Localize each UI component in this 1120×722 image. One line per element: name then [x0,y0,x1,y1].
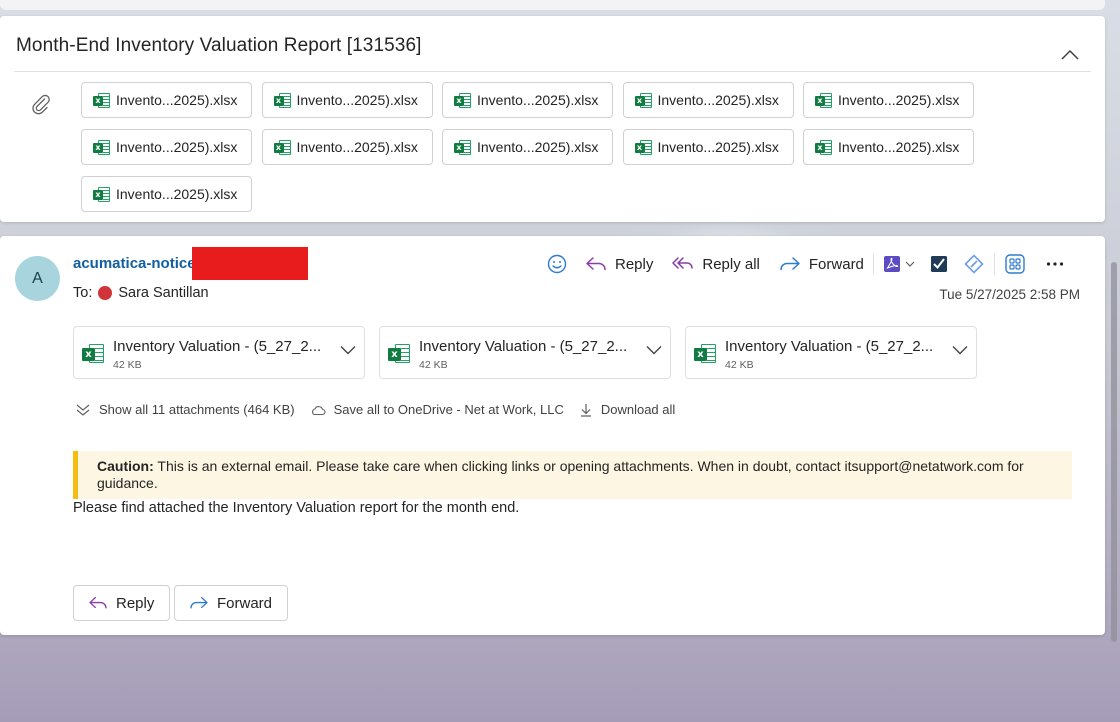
caution-text: This is an external email. Please take c… [97,458,1024,491]
excel-file-icon: x [273,92,291,109]
apps-grid-icon [1005,254,1025,274]
excel-file-icon: x [82,343,104,365]
emoji-reaction-button[interactable] [546,253,568,275]
attachment-size: 42 KB [725,359,754,371]
attachment-chip[interactable]: x Invento...2025).xlsx [261,82,433,118]
attachment-size: 42 KB [419,359,448,371]
excel-file-icon: x [815,139,832,156]
attachment-card[interactable]: x Inventory Valuation - (5_27_2... 42 KB [685,326,977,379]
thread-attachment-list: x Invento...2025).xlsx x Invento...2025).x… [81,82,981,212]
download-all-link[interactable]: Download all [579,402,675,417]
attachment-chip[interactable]: x Invento...2025).xlsx [81,176,252,212]
attachment-chip[interactable]: x Invento...2025).xlsx [803,82,974,118]
redaction-box [192,247,308,280]
attachment-chip[interactable]: x Invento...2025).xlsx [622,129,794,165]
attachment-size: 42 KB [113,359,142,371]
recipients-row: To: Sara Santillan [73,285,209,301]
attachment-card[interactable]: x Inventory Valuation - (5_27_2... 42 KB [73,326,365,379]
paperclip-icon [32,94,50,115]
message-card: A acumatica-notice To: Sara Santillan Tu… [0,236,1105,635]
sender-name[interactable]: acumatica-notice [73,255,196,272]
excel-file-icon: x [634,92,652,109]
thread-title: Month-End Inventory Valuation Report [13… [16,35,422,56]
previous-message-edge [0,0,1105,10]
message-body: Please find attached the Inventory Valua… [73,500,520,516]
excel-file-icon: x [454,92,471,109]
attachment-name: Inventory Valuation - (5_27_2... [419,338,628,355]
attachment-name: Inventory Valuation - (5_27_2... [113,338,322,355]
chevron-down-icon [905,261,915,267]
external-email-caution-banner: Caution: This is an external email. Plea… [73,451,1072,499]
excel-file-icon: x [93,92,110,109]
excel-file-icon: x [273,139,291,156]
double-chevron-down-icon [76,404,90,416]
pdf-addin-button[interactable] [883,255,915,273]
header-divider [14,71,1091,72]
chevron-up-icon [1061,50,1079,60]
quick-reply-buttons: Reply Forward [73,585,288,621]
attachment-chip[interactable]: x Invento...2025).xlsx [442,129,613,165]
checkmark-addin-button[interactable] [930,255,948,273]
cloud-icon [311,405,326,415]
sender-avatar[interactable]: A [15,256,60,301]
reply-arrow-icon [89,597,107,609]
reply-all-button[interactable]: Reply all [672,255,760,273]
excel-file-icon: x [93,139,110,156]
download-icon [580,403,591,417]
bottom-reply-button[interactable]: Reply [73,585,170,621]
chevron-down-icon[interactable] [952,345,968,355]
forward-button[interactable]: Forward [779,255,864,273]
reply-all-arrow-icon [672,257,694,269]
show-all-attachments-link[interactable]: Show all 11 attachments (464 KB) [75,402,295,417]
attachment-card[interactable]: x Inventory Valuation - (5_27_2... 42 KB [379,326,671,379]
attachment-name: Inventory Valuation - (5_27_2... [725,338,934,355]
forward-arrow-icon [190,597,208,609]
toolbar-separator [872,253,874,275]
chevron-down-icon[interactable] [646,345,662,355]
excel-file-icon: x [694,343,716,365]
toolbar-separator [993,253,995,275]
caution-label: Caution: [97,458,154,474]
diamond-link-icon [964,254,984,274]
excel-file-icon: x [815,92,832,109]
acrobat-icon [883,256,900,272]
excel-file-icon: x [93,186,110,203]
thread-header-card: Month-End Inventory Valuation Report [13… [0,16,1105,222]
save-to-onedrive-link[interactable]: Save all to OneDrive - Net at Work, LLC [310,402,564,417]
message-actions-toolbar: Reply Reply all Forward [546,252,1064,276]
attachment-chip[interactable]: x Invento...2025).xlsx [622,82,794,118]
message-date: Tue 5/27/2025 2:58 PM [939,287,1080,302]
chevron-down-icon[interactable] [340,345,356,355]
attachment-chip[interactable]: x Invento...2025).xlsx [442,82,613,118]
attachment-chip[interactable]: x Invento...2025).xlsx [81,82,252,118]
more-ellipsis-icon [1046,262,1064,266]
reply-button[interactable]: Reply [585,255,653,273]
to-label: To: [73,285,93,301]
smiley-icon [547,254,567,274]
attachment-chip[interactable]: x Invento...2025).xlsx [803,129,974,165]
diamond-addin-button[interactable] [963,253,985,275]
reply-arrow-icon [586,257,606,271]
attachment-chip[interactable]: x Invento...2025).xlsx [81,129,252,165]
forward-arrow-icon [780,257,800,271]
reading-pane-scrollbar[interactable] [1111,262,1117,642]
excel-file-icon: x [388,343,410,365]
presence-busy-icon [98,286,113,300]
excel-file-icon: x [634,139,652,156]
excel-file-icon: x [454,139,471,156]
recipient-name[interactable]: Sara Santillan [118,285,208,301]
bottom-forward-button[interactable]: Forward [174,585,288,621]
attachment-chip[interactable]: x Invento...2025).xlsx [261,129,433,165]
apps-button[interactable] [1004,253,1026,275]
checkmark-addin-icon [930,256,947,272]
attachment-actions: Show all 11 attachments (464 KB) Save al… [75,402,675,417]
more-actions-button[interactable] [1046,261,1064,267]
message-attachment-list: x Inventory Valuation - (5_27_2... 42 KB… [73,326,977,379]
collapse-thread-button[interactable] [1058,46,1082,64]
